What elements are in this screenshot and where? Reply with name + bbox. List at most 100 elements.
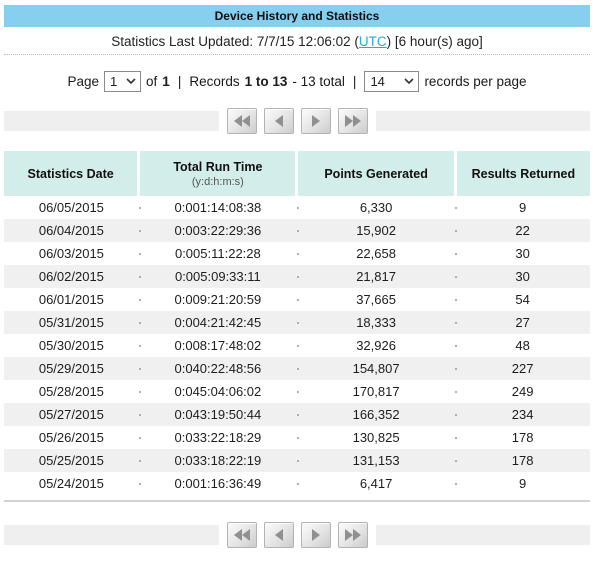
separator-pipe: | [177,73,182,89]
table-row: 06/01/2015 0:009:21:20:59 37,665 54 [4,288,590,311]
table-row: 06/03/2015 0:005:11:22:28 22,658 30 [4,242,590,265]
cell-points-generated: 154,807 [296,357,456,380]
records-total: - 13 total [292,73,345,89]
separator-pipe: | [352,73,357,89]
cell-results-returned: 234 [455,403,590,426]
last-updated-text: Statistics Last Updated: 7/7/15 12:06:02… [111,34,359,49]
last-page-button[interactable] [337,522,368,548]
per-page-select-value: 14 [370,73,385,89]
cell-points-generated: 130,825 [296,426,456,449]
utc-link[interactable]: UTC [359,34,387,49]
pager-side-bar [375,525,590,545]
cell-results-returned: 249 [455,380,590,403]
cell-points-generated: 37,665 [296,288,456,311]
table-row: 06/04/2015 0:003:22:29:36 15,902 22 [4,219,590,242]
cell-total-run-time: 0:003:22:29:36 [138,219,297,242]
device-history-page: Device History and Statistics Statistics… [4,5,590,548]
cell-total-run-time: 0:005:11:22:28 [138,242,297,265]
per-page-label: records per page [424,73,527,89]
cell-results-returned: 9 [455,196,590,219]
cell-total-run-time: 0:004:21:42:45 [138,311,297,334]
cell-points-generated: 32,926 [296,334,456,357]
double-arrow-right-icon [344,529,361,541]
table-row: 05/29/2015 0:040:22:48:56 154,807 227 [4,357,590,380]
cell-statistics-date: 05/29/2015 [4,357,139,380]
cell-total-run-time: 0:043:19:50:44 [138,403,297,426]
table-row: 05/27/2015 0:043:19:50:44 166,352 234 [4,403,590,426]
table-row: 06/02/2015 0:005:09:33:11 21,817 30 [4,265,590,288]
cell-statistics-date: 05/26/2015 [38,430,104,445]
cell-points-generated: 131,153 [296,449,456,472]
double-arrow-left-icon [233,115,250,127]
first-page-button[interactable] [226,522,257,548]
arrow-left-icon [274,529,283,541]
cell-statistics-date: 05/27/2015 [4,403,139,426]
column-header-label: Total Run Time [173,159,263,174]
records-range: 1 to 13 [244,73,288,89]
cell-points-generated: 166,352 [296,403,456,426]
column-header-statistics-date: Statistics Date [4,151,139,196]
arrow-right-icon [311,115,320,127]
cell-results-returned: 54 [455,288,590,311]
arrow-left-icon [274,115,283,127]
page-select[interactable]: 1 [104,70,142,92]
cell-statistics-date: 06/02/2015 [4,265,139,288]
cell-total-run-time: 0:033:22:18:29 [138,426,297,449]
of-label: of [146,73,158,89]
page-title: Device History and Statistics [4,5,590,27]
cell-total-run-time: 0:033:18:22:19 [138,449,297,472]
cell-statistics-date: 05/25/2015 [4,449,139,472]
last-updated-line: Statistics Last Updated: 7/7/15 12:06:02… [4,33,590,50]
cell-total-run-time: 0:001:14:08:38 [138,196,297,219]
previous-page-button[interactable] [263,108,294,134]
next-page-button[interactable] [300,108,331,134]
cell-results-returned: 178 [455,426,590,449]
pagination-controls: Page 1 of 1 | Records 1 to 13 - 13 total… [4,70,590,92]
column-header-points-generated: Points Generated [295,151,456,196]
previous-page-button[interactable] [263,522,294,548]
cell-total-run-time: 0:045:04:06:02 [138,380,297,403]
arrow-right-icon [311,529,320,541]
page-title-text: Device History and Statistics [214,9,380,23]
cell-statistics-date: 05/31/2015 [4,311,139,334]
cell-total-run-time: 0:001:16:36:49 [138,472,297,495]
dotted-separator [4,54,590,55]
last-page-button[interactable] [337,108,368,134]
table-bottom-divider [4,500,590,502]
pager-buttons [226,108,368,134]
cell-points-generated: 15,902 [296,219,456,242]
table-row: 05/30/2015 0:008:17:48:02 32,926 48 [4,334,590,357]
cell-total-run-time: 0:040:22:48:56 [138,357,297,380]
records-label: Records [189,73,240,89]
cell-total-run-time: 0:005:09:33:11 [138,265,297,288]
cell-results-returned: 9 [455,472,590,495]
cell-results-returned: 48 [455,334,590,357]
cell-statistics-date: 06/03/2015 [38,246,104,261]
double-arrow-right-icon [344,115,361,127]
cell-points-generated: 21,817 [296,265,456,288]
column-header-label: Points Generated [324,166,428,181]
next-page-button[interactable] [300,522,331,548]
pager-buttons [226,522,368,548]
cell-results-returned: 227 [455,357,590,380]
per-page-select[interactable]: 14 [364,70,420,92]
cell-points-generated: 22,658 [296,242,456,265]
cell-results-returned: 30 [455,242,590,265]
cell-results-returned: 27 [455,311,590,334]
column-header-label: Statistics Date [27,166,114,181]
column-header-label: Results Returned [471,166,576,181]
pager-top [4,108,590,134]
cell-statistics-date: 06/01/2015 [38,292,104,307]
table-row: 05/25/2015 0:033:18:22:19 131,153 178 [4,449,590,472]
cell-statistics-date: 06/04/2015 [4,219,139,242]
cell-statistics-date: 05/30/2015 [38,338,104,353]
column-header-total-run-time: Total Run Time (y:d:h:m:s) [137,151,297,196]
table-header-row: Statistics Date Total Run Time (y:d:h:m:… [4,151,590,196]
table-body: 06/05/2015 0:001:14:08:38 6,330 9 06/04/… [4,196,590,495]
cell-points-generated: 6,330 [296,196,456,219]
table-row: 05/31/2015 0:004:21:42:45 18,333 27 [4,311,590,334]
total-pages: 1 [162,73,170,89]
page-label: Page [67,73,100,89]
first-page-button[interactable] [226,108,257,134]
cell-points-generated: 6,417 [296,472,456,495]
